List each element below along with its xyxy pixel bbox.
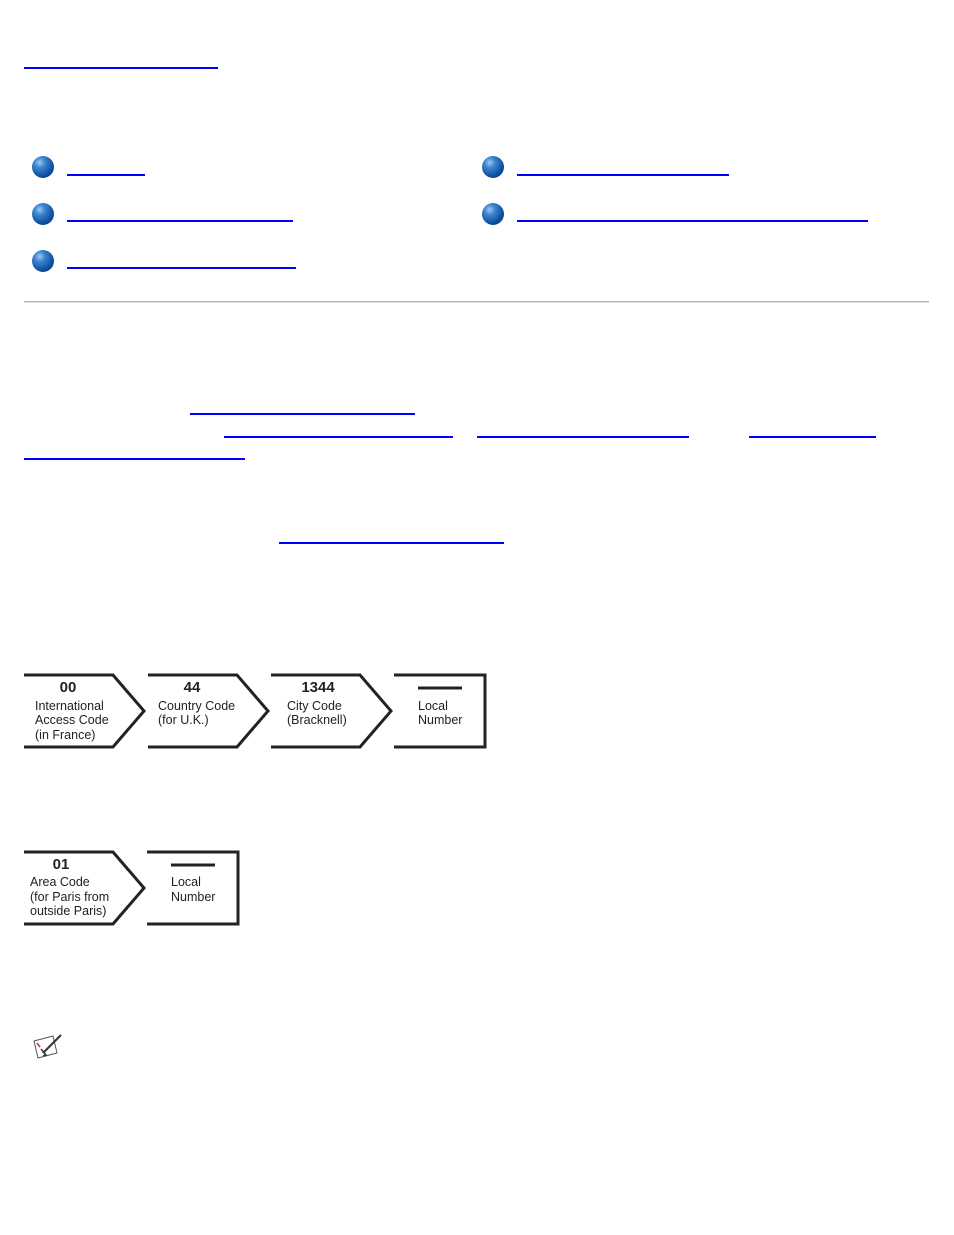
box-label: Country Code (158, 699, 235, 713)
box-label: International (35, 699, 104, 713)
toc-link-1[interactable] (67, 174, 145, 176)
box-number: 44 (184, 679, 201, 696)
box-label: (for Paris from (30, 890, 109, 904)
box-label: Access Code (35, 713, 109, 727)
bullet-icon (32, 203, 54, 225)
dial-box-local-number: Local Number (147, 850, 240, 926)
box-number: 1344 (301, 679, 335, 696)
note-pencil-icon (33, 1034, 62, 1059)
body-link-2[interactable] (224, 436, 453, 438)
bullet-icon (482, 203, 504, 225)
bullet-icon (32, 156, 54, 178)
toc-link-3[interactable] (67, 267, 296, 269)
divider (24, 301, 929, 303)
box-label: Local (171, 875, 201, 889)
box-label: outside Paris) (30, 904, 106, 918)
box-label: Area Code (30, 875, 90, 889)
domestic-dialing-diagram: 01 Area Code (for Paris from outside Par… (24, 850, 240, 926)
box-number: 00 (60, 679, 77, 696)
box-label: (in France) (35, 728, 95, 742)
body-link-1[interactable] (190, 413, 415, 415)
box-label: City Code (287, 699, 342, 713)
dial-box-international-access: 00 International Access Code (in France) (24, 673, 146, 749)
box-number: 01 (53, 856, 70, 873)
bullet-icon (482, 156, 504, 178)
toc-link-5[interactable] (517, 220, 868, 222)
back-to-contents-link[interactable] (24, 67, 218, 69)
body-link-5[interactable] (24, 458, 245, 460)
toc-link-4[interactable] (517, 174, 729, 176)
dial-box-city-code: 1344 City Code (Bracknell) (271, 673, 393, 749)
dial-box-local-number: Local Number (394, 673, 487, 749)
bullet-icon (32, 250, 54, 272)
body-link-3[interactable] (477, 436, 689, 438)
international-dialing-diagram: 00 International Access Code (in France)… (24, 673, 487, 749)
dial-box-area-code: 01 Area Code (for Paris from outside Par… (24, 850, 146, 926)
box-label: Local (418, 699, 448, 713)
toc-link-2[interactable] (67, 220, 293, 222)
body-link-6[interactable] (279, 542, 504, 544)
box-label: (for U.K.) (158, 713, 209, 727)
box-label: Number (418, 713, 462, 727)
dial-box-country-code: 44 Country Code (for U.K.) (148, 673, 270, 749)
box-label: (Bracknell) (287, 713, 347, 727)
body-link-4[interactable] (749, 436, 876, 438)
box-label: Number (171, 890, 215, 904)
